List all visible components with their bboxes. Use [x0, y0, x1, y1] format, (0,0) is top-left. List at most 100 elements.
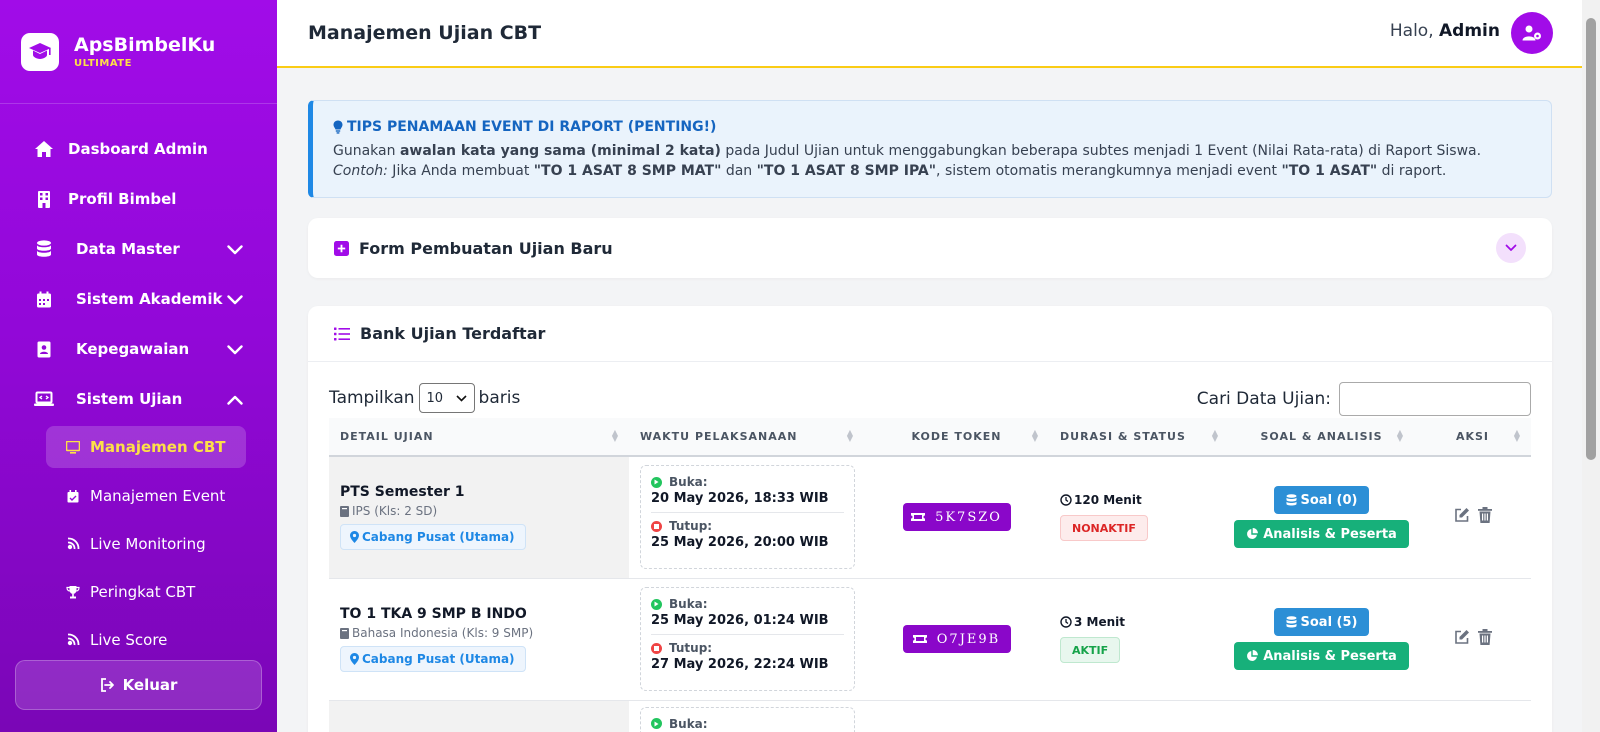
token-badge[interactable]: 5K7SZO: [902, 503, 1011, 532]
chevron-down-icon: [1505, 244, 1517, 251]
chevron-up-icon: [227, 391, 243, 409]
sort-icon: ▲ ▼: [611, 428, 619, 443]
column-header-durasi[interactable]: DURASI & STATUS ▲ ▼: [1049, 418, 1229, 457]
trash-icon[interactable]: [1477, 507, 1492, 524]
column-header-soal[interactable]: SOAL & ANALISIS ▲ ▼: [1229, 418, 1414, 457]
table-row: TO 1 TKA 9 SMP B INDO Bahasa Indonesia (…: [329, 578, 1531, 701]
form-create-exam-card[interactable]: Form Pembuatan Ujian Baru: [308, 218, 1552, 278]
schedule-box: Buka: 20 May 2026, 18:33 WIB Tutup: 25 M…: [640, 465, 855, 570]
column-header-detail[interactable]: DETAIL UJIAN ▲ ▼: [329, 418, 629, 457]
sidebar-item-label: Kepegawaian: [76, 340, 190, 358]
sidebar-item-label: Profil Bimbel: [68, 190, 177, 208]
branch-text: Cabang Pusat (Utama): [362, 530, 515, 545]
user-avatar[interactable]: [1511, 12, 1553, 54]
sidebar-item-live-monitoring[interactable]: Live Monitoring: [0, 520, 277, 568]
sidebar-item-live-score[interactable]: Live Score: [0, 616, 277, 664]
close-label-text: Tutup:: [669, 519, 713, 534]
soal-button-label: Soal (0): [1300, 492, 1358, 508]
analisis-button[interactable]: Analisis & Peserta: [1234, 642, 1409, 670]
table-row: Buka:: [329, 700, 1531, 732]
brand[interactable]: ApsBimbelKu ULTIMATE: [0, 0, 277, 104]
soal-button[interactable]: Soal (0): [1273, 486, 1370, 515]
detail-cell: [329, 700, 629, 732]
chevron-down-icon: [227, 291, 243, 309]
sidebar: ApsBimbelKu ULTIMATE Dasboard Admin Prof…: [0, 0, 277, 732]
aksi-cell: [1414, 456, 1531, 579]
book-icon: [340, 505, 349, 517]
stop-icon: [651, 520, 662, 532]
sidebar-item-peringkat-cbt[interactable]: Peringkat CBT: [0, 568, 277, 616]
page-length-select[interactable]: 10: [418, 383, 475, 413]
id-badge-icon: [34, 339, 54, 359]
sidebar-item-label: Data Master: [76, 240, 180, 258]
divider: [651, 634, 844, 635]
page-scrollbar[interactable]: [1582, 0, 1600, 732]
soal-button[interactable]: Soal (5): [1273, 608, 1370, 636]
edit-icon[interactable]: [1454, 629, 1470, 645]
tips-line-1: Gunakan awalan kata yang sama (minimal 2…: [333, 141, 1531, 161]
tips-emphasis: "TO 1 ASAT": [1281, 163, 1378, 179]
greeting-text: Halo,: [1389, 21, 1434, 41]
sidebar-item-sistem-akademik[interactable]: Sistem Akademik: [0, 274, 277, 324]
database-icon: [1286, 494, 1296, 506]
aksi-cell: [1414, 578, 1531, 701]
sign-out-icon: [100, 678, 114, 692]
sidebar-item-kepegawaian[interactable]: Kepegawaian: [0, 324, 277, 374]
token-cell: [864, 700, 1049, 732]
tips-text: dan: [721, 163, 757, 179]
analisis-button[interactable]: Analisis & Peserta: [1234, 520, 1409, 549]
search-input[interactable]: [1339, 382, 1531, 416]
sort-icon: ▲ ▼: [1396, 428, 1404, 443]
sidebar-item-profil[interactable]: Profil Bimbel: [0, 174, 277, 224]
column-header-waktu[interactable]: WAKTU PELAKSANAAN ▲ ▼: [629, 418, 864, 457]
sidebar-item-data-master[interactable]: Data Master: [0, 224, 277, 274]
exam-subject-text: IPS (Kls: 2 SD): [352, 504, 438, 519]
durasi-cell: [1049, 700, 1229, 732]
sidebar-item-label: Dasboard Admin: [68, 140, 208, 158]
home-icon: [34, 139, 54, 159]
page-length-value: 10: [426, 390, 444, 406]
token-code: 5K7SZO: [935, 509, 1002, 525]
sidebar-item-label: Live Score: [90, 631, 168, 649]
greeting-user: Admin: [1439, 21, 1500, 41]
map-marker-icon: [350, 531, 359, 544]
sidebar-item-sistem-ujian[interactable]: Sistem Ujian: [0, 374, 277, 424]
sidebar-item-dashboard[interactable]: Dasboard Admin: [0, 124, 277, 174]
calendar-check-icon: [66, 489, 80, 503]
logout-button[interactable]: Keluar: [15, 660, 262, 710]
column-header-aksi[interactable]: AKSI ▲ ▼: [1414, 418, 1531, 457]
main-content: TIPS PENAMAAN EVENT DI RAPORT (PENTING!)…: [308, 100, 1552, 732]
token-badge[interactable]: O7JE9B: [902, 625, 1011, 653]
tips-emphasis: "TO 1 ASAT 8 SMP MAT": [533, 163, 722, 179]
trash-icon[interactable]: [1477, 629, 1492, 645]
tips-example-label: Contoh:: [333, 163, 388, 179]
analisis-button-label: Analisis & Peserta: [1263, 526, 1397, 542]
form-card-title: Form Pembuatan Ujian Baru: [334, 239, 613, 258]
open-label: Buka:: [651, 475, 844, 489]
branch-badge: Cabang Pusat (Utama): [340, 524, 526, 551]
page-title: Manajemen Ujian CBT: [308, 22, 542, 44]
sidebar-item-manajemen-cbt[interactable]: Manajemen CBT: [46, 426, 246, 468]
tips-title-text: TIPS PENAMAAN EVENT DI RAPORT (PENTING!): [347, 119, 717, 135]
duration: 120 Menit: [1060, 493, 1229, 507]
table-controls: Tampilkan 10 baris Cari Data Ujian:: [308, 362, 1552, 418]
sidebar-item-manajemen-event[interactable]: Manajemen Event: [0, 472, 277, 520]
expand-form-button[interactable]: [1496, 233, 1526, 263]
chevron-down-icon: [455, 394, 467, 402]
sistem-ujian-submenu: Manajemen CBT Manajemen Event Live Monit…: [0, 426, 277, 664]
broadcast-icon: [66, 537, 80, 551]
tips-text: di raport.: [1377, 163, 1447, 179]
aksi-cell: [1414, 700, 1531, 732]
scrollbar-thumb[interactable]: [1586, 18, 1596, 460]
waktu-cell: Buka: 20 May 2026, 18:33 WIB Tutup: 25 M…: [629, 456, 864, 579]
bank-card-title-text: Bank Ujian Terdaftar: [360, 324, 546, 343]
duration-text: 3 Menit: [1074, 615, 1125, 629]
exam-table: DETAIL UJIAN ▲ ▼ WAKTU PELAKSANAAN ▲ ▼ KODE …: [329, 418, 1531, 732]
token-cell: O7JE9B: [864, 578, 1049, 701]
column-label: AKSI: [1455, 430, 1490, 443]
stop-icon: [651, 642, 662, 654]
column-header-token[interactable]: KODE TOKEN ▲ ▼: [864, 418, 1049, 457]
plus-square-icon: [334, 240, 349, 256]
edit-icon[interactable]: [1454, 507, 1470, 523]
status-badge: AKTIF: [1060, 637, 1121, 663]
